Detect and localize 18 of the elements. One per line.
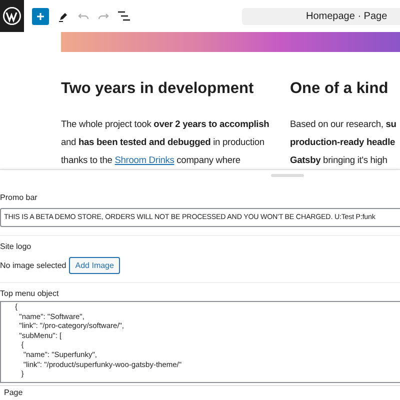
document-title-bar[interactable]: Homepage · Page <box>242 8 400 24</box>
add-block-button[interactable] <box>32 8 49 24</box>
field-label: Promo bar <box>0 193 38 202</box>
field-label: Top menu object <box>0 289 60 298</box>
column-heading: Two years in development <box>61 79 255 99</box>
plus-icon <box>36 12 45 20</box>
add-image-button[interactable]: Add Image <box>69 257 120 274</box>
pen-icon[interactable] <box>58 10 69 22</box>
no-image-note: No image selected <box>0 261 66 270</box>
column-paragraph: The whole project took over 2 years to accomplish and has been tested and debugged in production thanks to the Shroom Drinks company where <box>61 118 270 167</box>
field-label: Site logo <box>0 242 32 251</box>
resize-handle[interactable] <box>271 174 304 177</box>
column-heading: One of a kind <box>290 79 390 99</box>
column-paragraph: Based on our research, su production-ready headle Gatsby bringing it's high <box>290 118 398 167</box>
wordpress-logo-icon[interactable] <box>0 0 24 32</box>
breadcrumb[interactable]: Page <box>4 388 23 397</box>
text-link[interactable]: Shroom Drinks <box>114 155 174 165</box>
list-view-icon[interactable] <box>118 11 130 21</box>
